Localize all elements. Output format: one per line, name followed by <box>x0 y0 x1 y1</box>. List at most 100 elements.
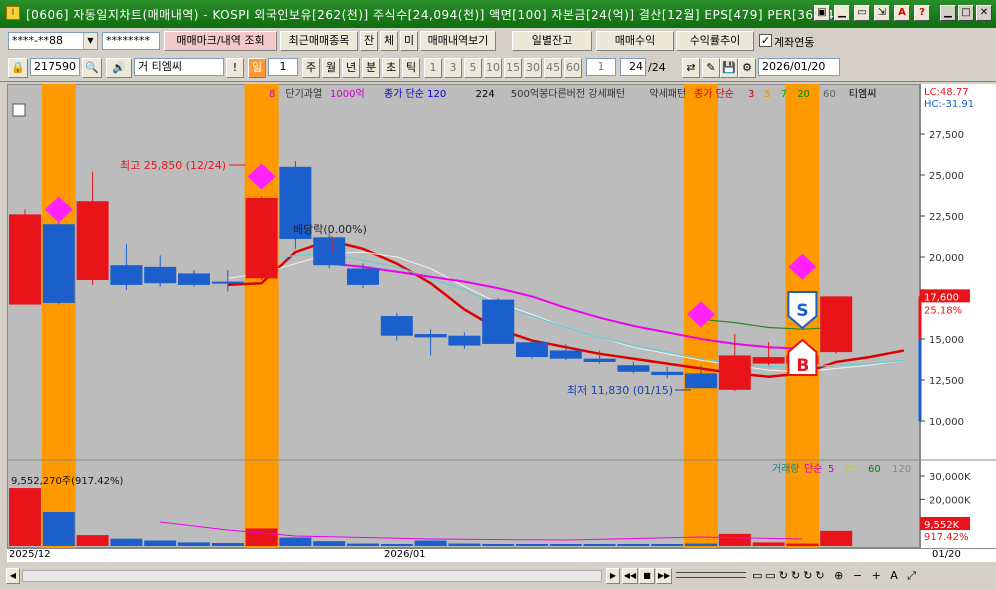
candle-body <box>617 365 650 372</box>
volume-tick-label: 30,000K <box>929 472 971 483</box>
date-field[interactable]: 2026/01/20 <box>758 58 840 76</box>
stock-code-input[interactable]: 217590 <box>30 58 80 76</box>
candle-body <box>516 342 548 358</box>
scroll-left-arrow[interactable]: ◀ <box>6 568 20 584</box>
link-icon[interactable]: ⇲ <box>874 5 890 21</box>
volume-legend-item: 5 <box>828 464 834 475</box>
legend-item: 500억봉다른버전 강세패턴 <box>511 88 625 100</box>
volume-bar <box>279 537 312 546</box>
interval-10-button[interactable]: 10 <box>484 58 502 78</box>
toolbar-row-1: ****-**88 ▼ ******** 매매마크/내역 조회 최근매매종목 잔… <box>0 28 996 54</box>
search-icon[interactable]: 🔍 <box>82 58 102 78</box>
close-button[interactable]: ✕ <box>976 5 992 21</box>
interval-5-button[interactable]: 5 <box>464 58 482 78</box>
count-input[interactable]: 24 <box>620 58 646 76</box>
chart-tool-icon[interactable]: ✎ <box>702 58 720 78</box>
alert-button[interactable]: ! <box>226 58 244 78</box>
arrows-icon[interactable]: ⇄ <box>682 58 700 78</box>
return-trend-button[interactable]: 수익률추이 <box>676 31 754 51</box>
volume-bar <box>651 544 684 546</box>
volume-bar <box>42 512 75 546</box>
zoom-slider[interactable] <box>676 572 746 578</box>
volume-bar <box>178 542 210 546</box>
minimize-button[interactable]: ▁ <box>940 5 956 21</box>
candle-body <box>820 296 853 353</box>
candle-body <box>482 299 515 344</box>
account-link-checkbox[interactable]: ✓ <box>759 34 772 47</box>
volume-bar <box>9 488 41 546</box>
minimize-small-icon[interactable]: ▁ <box>834 5 850 21</box>
candle-body <box>245 197 278 279</box>
restore-small-icon[interactable]: ▭ <box>854 5 870 21</box>
volume-bar <box>76 535 109 546</box>
fill-button[interactable]: 체 <box>380 31 398 51</box>
trade-detail-button[interactable]: 매매내역보기 <box>420 31 496 51</box>
period-second-button[interactable]: 초 <box>382 58 400 78</box>
candle-body <box>685 373 717 389</box>
speaker-icon[interactable]: 🔊 <box>106 58 132 78</box>
app-icon: I <box>6 6 20 20</box>
interval-1-button[interactable]: 1 <box>424 58 442 78</box>
rewind-icon[interactable]: ◀◀ <box>622 568 638 584</box>
hc-label: HC:-31.91 <box>924 99 974 110</box>
period-week-button[interactable]: 주 <box>302 58 320 78</box>
period-year-button[interactable]: 년 <box>342 58 360 78</box>
interval-15-button[interactable]: 15 <box>504 58 522 78</box>
daily-balance-button[interactable]: 일별잔고 <box>512 31 592 51</box>
legend-item: 5 <box>764 89 770 100</box>
price-tick-label: 25,000 <box>929 171 964 182</box>
horizontal-scrollbar[interactable] <box>22 570 602 582</box>
volume-bar <box>144 540 177 546</box>
candle-body <box>347 268 379 285</box>
volume-legend-item: 120 <box>892 464 911 475</box>
interval-value-input[interactable]: 1 <box>586 58 616 76</box>
interval-30-button[interactable]: 30 <box>524 58 542 78</box>
trade-profit-button[interactable]: 매매수익 <box>596 31 674 51</box>
chevron-down-icon[interactable]: ▼ <box>83 33 97 49</box>
period-minute-button[interactable]: 분 <box>362 58 380 78</box>
price-tick-label: 12,500 <box>929 376 964 387</box>
x-axis-label-jan: 2026/01 <box>384 549 426 560</box>
interval-3-button[interactable]: 3 <box>444 58 462 78</box>
date-value: 2026/01/20 <box>762 60 826 73</box>
stop-icon[interactable]: ■ <box>639 568 655 584</box>
help-icon[interactable]: ? <box>914 5 930 21</box>
window-icon[interactable]: ▣ <box>814 5 830 21</box>
volume-legend-item: 60 <box>868 464 881 475</box>
balance-button[interactable]: 잔 <box>360 31 378 51</box>
period-value-input[interactable]: 1 <box>268 58 298 76</box>
account-link-label: 계좌연동 <box>774 36 815 49</box>
maximize-button[interactable]: □ <box>958 5 974 21</box>
lock-icon[interactable]: 🔒 <box>8 58 28 78</box>
drawing-tools[interactable]: ▭▭↻↻↻↻ ⊕ − + A ⤢ <box>752 569 919 583</box>
volume-bar <box>313 541 346 546</box>
volume-current-label: 9,552K <box>924 520 960 531</box>
account-select[interactable]: ****-**88 ▼ <box>8 32 98 50</box>
volume-bar <box>110 538 143 546</box>
interval-45-button[interactable]: 45 <box>544 58 562 78</box>
fast-forward-icon[interactable]: ▶▶ <box>656 568 672 584</box>
period-tick-button[interactable]: 틱 <box>402 58 420 78</box>
period-month-button[interactable]: 월 <box>322 58 340 78</box>
save-icon[interactable]: 💾 <box>720 58 738 78</box>
unfilled-button[interactable]: 미 <box>400 31 418 51</box>
candlestick-chart[interactable]: 27,50025,00022,50020,00017,50015,00012,5… <box>7 84 996 548</box>
legend-item: 224 <box>476 89 495 100</box>
interval-60-button[interactable]: 60 <box>564 58 582 78</box>
recent-trades-button[interactable]: 최근매매종목 <box>280 31 358 51</box>
stock-name-field[interactable]: 거 티엠씨 <box>134 58 224 76</box>
trade-mark-button[interactable]: 매매마크/내역 조회 <box>164 31 277 51</box>
period-day-button[interactable]: 일 <box>248 58 266 78</box>
volume-bar <box>685 543 717 546</box>
print-icon[interactable]: A <box>894 5 910 21</box>
low-annotation: 최저 11,830 (01/15) <box>567 384 673 397</box>
stock-name: 티엠씨 <box>151 60 182 73</box>
gear-icon[interactable]: ⚙ <box>738 58 756 78</box>
password-field[interactable]: ******** <box>102 32 160 50</box>
candle-body <box>313 237 346 266</box>
volume-bar <box>583 544 616 546</box>
high-annotation: 최고 25,850 (12/24) <box>120 159 226 172</box>
legend-item: 7 <box>781 89 787 100</box>
price-tick-label: 22,500 <box>929 212 964 223</box>
scroll-right-arrow[interactable]: ▶ <box>606 568 620 584</box>
